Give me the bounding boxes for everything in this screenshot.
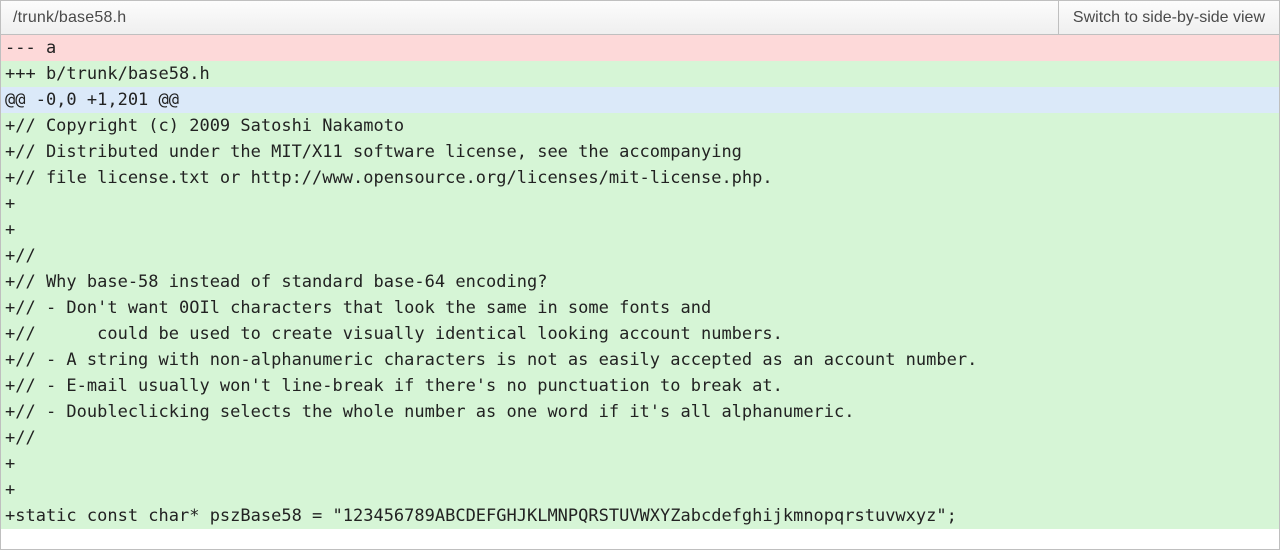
- diff-line: +++ b/trunk/base58.h: [1, 61, 1279, 87]
- diff-line: +// - Don't want 0OIl characters that lo…: [1, 295, 1279, 321]
- diff-line: +: [1, 191, 1279, 217]
- diff-line: +// - A string with non-alphanumeric cha…: [1, 347, 1279, 373]
- diff-line: +//: [1, 243, 1279, 269]
- diff-line: +static const char* pszBase58 = "1234567…: [1, 503, 1279, 529]
- diff-line: +: [1, 477, 1279, 503]
- diff-body: --- a+++ b/trunk/base58.h@@ -0,0 +1,201 …: [1, 35, 1279, 549]
- diff-line: +// could be used to create visually ide…: [1, 321, 1279, 347]
- diff-line: --- a: [1, 35, 1279, 61]
- diff-line: +// Copyright (c) 2009 Satoshi Nakamoto: [1, 113, 1279, 139]
- diff-line: +: [1, 451, 1279, 477]
- diff-line: +// file license.txt or http://www.opens…: [1, 165, 1279, 191]
- switch-view-button[interactable]: Switch to side-by-side view: [1058, 1, 1279, 34]
- diff-line: +: [1, 217, 1279, 243]
- diff-line: +//: [1, 425, 1279, 451]
- file-path: /trunk/base58.h: [1, 1, 1058, 34]
- diff-header-bar: /trunk/base58.h Switch to side-by-side v…: [1, 1, 1279, 35]
- diff-line: +// - Doubleclicking selects the whole n…: [1, 399, 1279, 425]
- diff-line: +// Distributed under the MIT/X11 softwa…: [1, 139, 1279, 165]
- diff-viewer: /trunk/base58.h Switch to side-by-side v…: [0, 0, 1280, 550]
- diff-line: +// Why base-58 instead of standard base…: [1, 269, 1279, 295]
- diff-line: @@ -0,0 +1,201 @@: [1, 87, 1279, 113]
- diff-line: +// - E-mail usually won't line-break if…: [1, 373, 1279, 399]
